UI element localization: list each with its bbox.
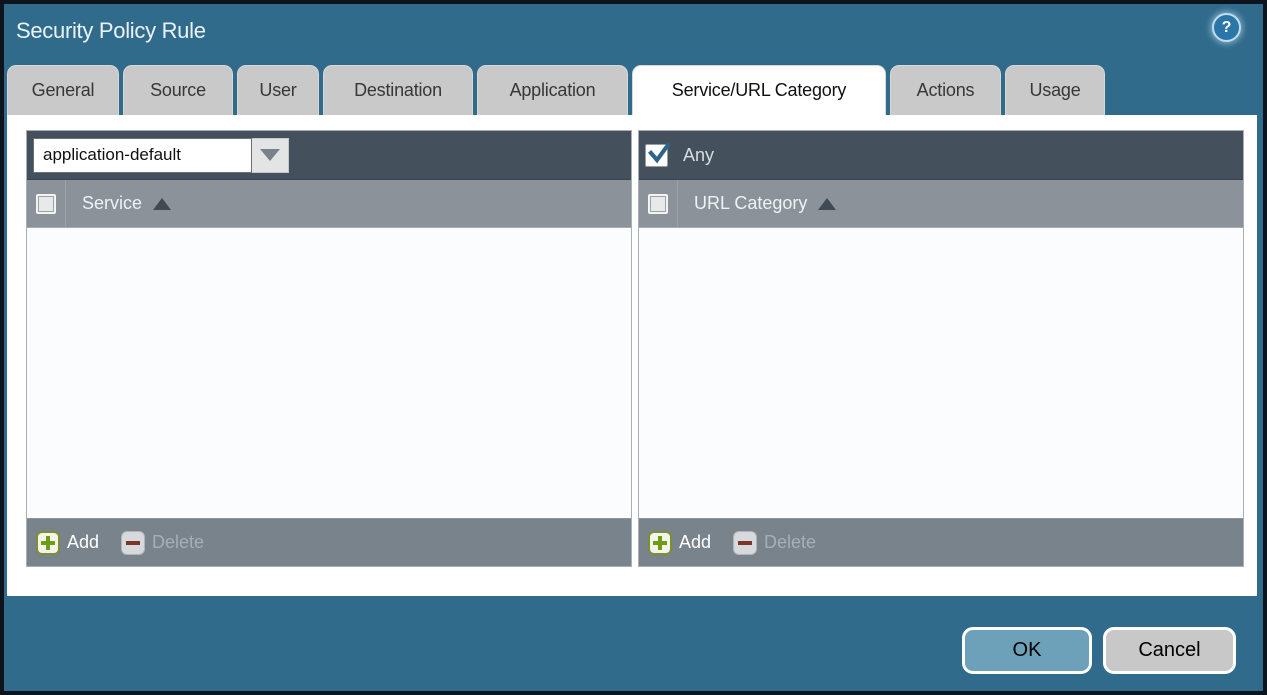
tab-label: General — [32, 80, 95, 101]
service-topbar — [27, 131, 631, 180]
delete-icon — [733, 531, 757, 555]
url-category-select-all-checkbox[interactable] — [648, 194, 668, 214]
url-category-column-label: URL Category — [694, 193, 807, 214]
tab-service-url-category[interactable]: Service/URL Category — [632, 65, 886, 115]
service-select-all-checkbox[interactable] — [36, 194, 56, 214]
any-label: Any — [683, 145, 714, 166]
url-category-panel: Any URL Category Add — [638, 130, 1244, 567]
tab-general[interactable]: General — [7, 65, 119, 115]
security-policy-rule-dialog: Security Policy Rule ? General Source Us… — [4, 4, 1263, 691]
service-delete-button[interactable]: Delete — [121, 531, 204, 555]
sort-ascending-icon — [818, 198, 836, 210]
service-add-button[interactable]: Add — [36, 531, 99, 555]
service-panel: Service Add Delete — [26, 130, 632, 567]
sort-ascending-icon — [153, 198, 171, 210]
tab-actions[interactable]: Actions — [890, 65, 1001, 115]
tab-label: User — [259, 80, 296, 101]
ok-button[interactable]: OK — [962, 627, 1092, 674]
url-category-column-header[interactable]: URL Category — [694, 193, 836, 214]
url-category-add-button[interactable]: Add — [648, 531, 711, 555]
tab-label: Service/URL Category — [672, 80, 846, 101]
delete-icon — [121, 531, 145, 555]
service-type-combo — [33, 138, 289, 173]
tab-label: Usage — [1029, 80, 1080, 101]
title-bar: Security Policy Rule ? — [4, 4, 1263, 65]
url-category-footer: Add Delete — [639, 518, 1243, 566]
url-category-select-all-cell — [639, 180, 678, 227]
service-type-input[interactable] — [33, 138, 252, 173]
add-label: Add — [679, 532, 711, 553]
cancel-label: Cancel — [1138, 639, 1200, 662]
chevron-down-icon — [260, 149, 280, 161]
service-type-dropdown-button[interactable] — [252, 138, 289, 173]
delete-label: Delete — [764, 532, 816, 553]
tab-label: Source — [150, 80, 206, 101]
service-column-header[interactable]: Service — [82, 193, 171, 214]
service-table-header: Service — [27, 180, 631, 228]
tab-usage[interactable]: Usage — [1005, 65, 1105, 115]
service-footer: Add Delete — [27, 518, 631, 566]
service-column-label: Service — [82, 193, 142, 214]
url-category-table-header: URL Category — [639, 180, 1243, 228]
add-icon — [36, 531, 60, 555]
tab-destination[interactable]: Destination — [323, 65, 473, 115]
ok-label: OK — [1013, 639, 1042, 662]
tab-bar: General Source User Destination Applicat… — [7, 65, 1260, 115]
dialog-title: Security Policy Rule — [16, 18, 206, 44]
tab-label: Actions — [917, 80, 975, 101]
any-checkbox[interactable] — [645, 144, 668, 167]
help-icon[interactable]: ? — [1212, 13, 1241, 42]
tab-label: Application — [510, 80, 596, 101]
service-select-all-cell — [27, 180, 66, 227]
service-list — [27, 228, 631, 518]
tab-content: Service Add Delete — [7, 115, 1257, 596]
url-category-topbar: Any — [639, 131, 1243, 180]
add-icon — [648, 531, 672, 555]
delete-label: Delete — [152, 532, 204, 553]
tab-application[interactable]: Application — [477, 65, 628, 115]
tab-source[interactable]: Source — [123, 65, 233, 115]
check-icon — [647, 141, 671, 165]
url-category-list — [639, 228, 1243, 518]
tab-user[interactable]: User — [237, 65, 319, 115]
url-category-delete-button[interactable]: Delete — [733, 531, 816, 555]
help-icon-glyph: ? — [1222, 19, 1232, 37]
add-label: Add — [67, 532, 99, 553]
tab-label: Destination — [354, 80, 442, 101]
any-row: Any — [645, 144, 714, 167]
cancel-button[interactable]: Cancel — [1103, 627, 1236, 674]
